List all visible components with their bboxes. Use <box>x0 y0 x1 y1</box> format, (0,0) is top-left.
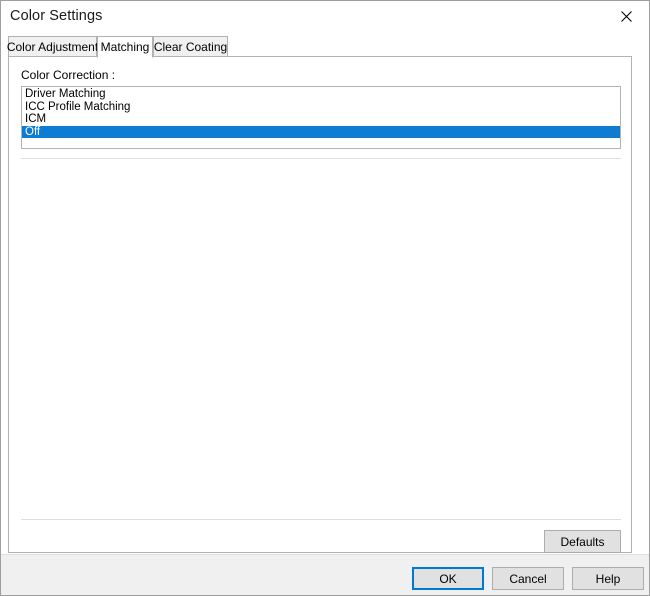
color-settings-dialog: Color Settings Color Adjustment Matching… <box>0 0 650 596</box>
help-button[interactable]: Help <box>572 567 644 590</box>
defaults-button-label: Defaults <box>560 534 605 549</box>
help-button-label: Help <box>595 571 621 586</box>
tab-matching[interactable]: Matching <box>97 36 153 58</box>
list-item-selected[interactable]: Off <box>22 125 620 138</box>
tab-label: Clear Coating <box>153 39 228 54</box>
tab-label: Color Adjustment <box>6 39 99 54</box>
cancel-button[interactable]: Cancel <box>492 567 564 590</box>
title-bar: Color Settings <box>1 1 649 32</box>
tab-clear-coating[interactable]: Clear Coating <box>153 36 228 57</box>
ok-button[interactable]: OK <box>412 567 484 590</box>
color-correction-label: Color Correction : <box>21 68 116 82</box>
close-icon[interactable] <box>604 1 649 31</box>
defaults-button[interactable]: Defaults <box>544 530 621 553</box>
list-item-label: ICC Profile Matching <box>25 100 131 113</box>
list-item-label: Off <box>25 125 41 138</box>
command-bar: OK Cancel Help <box>1 554 649 595</box>
tab-strip: Color Adjustment Matching Clear Coating <box>6 36 632 58</box>
tab-color-adjustment[interactable]: Color Adjustment <box>6 36 99 57</box>
list-item[interactable]: ICC Profile Matching <box>22 101 620 114</box>
list-item-label: ICM <box>25 113 47 125</box>
window-title: Color Settings <box>10 8 103 24</box>
list-item[interactable]: Driver Matching <box>22 88 620 101</box>
separator-bottom <box>21 519 621 520</box>
tab-content-panel: Color Correction : Driver Matching ICC P… <box>8 56 632 553</box>
color-correction-listbox[interactable]: Driver Matching ICC Profile Matching ICM… <box>21 86 621 149</box>
close-icon-glyph <box>621 10 632 22</box>
separator-top <box>21 158 621 159</box>
cancel-button-label: Cancel <box>509 571 547 586</box>
list-item[interactable]: ICM <box>22 113 620 126</box>
ok-button-label: OK <box>439 571 457 586</box>
tab-label: Matching <box>100 40 150 54</box>
list-item-label: Driver Matching <box>25 88 106 100</box>
